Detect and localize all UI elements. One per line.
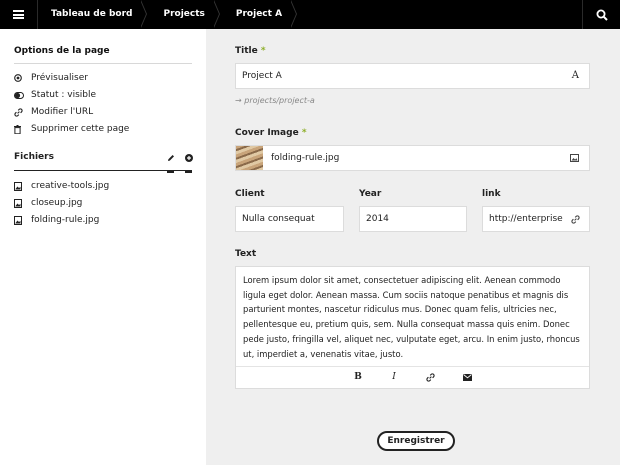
search-button[interactable] xyxy=(582,0,620,29)
breadcrumb: Tableau de bord Projects Project A xyxy=(38,0,300,29)
required-mark: * xyxy=(260,46,266,56)
text-editor[interactable]: Lorem ipsum dolor sit amet, consectetuer… xyxy=(235,266,590,389)
year-label: Year xyxy=(359,189,382,199)
preview-option[interactable]: Prévisualiser xyxy=(14,71,88,85)
delete-page-label: Supprimer cette page xyxy=(31,124,130,134)
breadcrumb-dashboard[interactable]: Tableau de bord xyxy=(38,0,150,29)
files-divider xyxy=(14,170,192,171)
add-icon xyxy=(185,154,193,162)
sidebar: Options de la page Prévisualiser Statut … xyxy=(0,29,206,465)
edit-url-option[interactable]: Modifier l'URL xyxy=(14,105,93,119)
link-input[interactable]: http://enterprise xyxy=(482,206,590,232)
image-file-icon xyxy=(14,198,31,208)
italic-button[interactable]: I xyxy=(388,372,400,382)
year-input[interactable]: 2014 xyxy=(359,206,467,232)
top-bar: Tableau de bord Projects Project A xyxy=(0,0,620,29)
image-file-icon xyxy=(14,181,31,191)
title-input[interactable]: Project A A xyxy=(235,63,590,89)
edit-files-button[interactable] xyxy=(166,153,176,163)
preview-icon xyxy=(14,74,31,82)
client-value: Nulla consequat xyxy=(242,214,315,224)
save-button[interactable]: Enregistrer xyxy=(377,431,455,451)
link-label: link xyxy=(482,189,501,199)
add-file-button[interactable] xyxy=(184,153,194,163)
text-toolbar: B I xyxy=(236,366,589,388)
delete-page-option[interactable]: Supprimer cette page xyxy=(14,122,129,136)
link-icon xyxy=(14,107,31,117)
edit-underline xyxy=(167,171,174,173)
status-option[interactable]: Statut : visible xyxy=(14,88,96,102)
search-icon xyxy=(596,9,608,21)
title-value: Project A xyxy=(242,71,282,81)
email-button[interactable] xyxy=(461,374,473,384)
cover-image-select[interactable]: folding-rule.jpg xyxy=(235,145,590,171)
image-file-icon xyxy=(14,215,31,225)
file-name: folding-rule.jpg xyxy=(31,215,100,225)
font-icon: A xyxy=(571,70,579,81)
link-value: http://enterprise xyxy=(489,214,563,224)
file-name: closeup.jpg xyxy=(31,198,83,208)
hamburger-icon xyxy=(13,10,24,19)
text-content[interactable]: Lorem ipsum dolor sit amet, consectetuer… xyxy=(243,273,583,361)
add-underline xyxy=(185,171,192,173)
envelope-icon xyxy=(462,374,472,381)
file-name: creative-tools.jpg xyxy=(31,181,110,191)
client-label: Client xyxy=(235,189,265,199)
page-options-title: Options de la page xyxy=(14,46,110,56)
bold-button[interactable]: B xyxy=(352,372,364,382)
trash-icon xyxy=(14,124,31,134)
file-item[interactable]: closeup.jpg xyxy=(14,196,82,210)
files-title: Fichiers xyxy=(14,152,54,162)
breadcrumb-project-a[interactable]: Project A xyxy=(223,0,300,29)
text-label: Text xyxy=(235,249,257,259)
link-button[interactable] xyxy=(424,373,436,385)
title-label: Title * xyxy=(235,46,266,56)
status-label: Statut : visible xyxy=(31,90,97,100)
cover-image-label: Cover Image * xyxy=(235,128,307,138)
menu-button[interactable] xyxy=(0,0,38,29)
client-input[interactable]: Nulla consequat xyxy=(235,206,344,232)
toggle-icon xyxy=(14,91,31,99)
cover-image-value: folding-rule.jpg xyxy=(271,153,340,163)
year-value: 2014 xyxy=(366,214,389,224)
image-icon xyxy=(570,154,579,165)
file-item[interactable]: folding-rule.jpg xyxy=(14,213,99,227)
url-slug: → projects/project-a xyxy=(235,96,315,105)
preview-label: Prévisualiser xyxy=(31,73,88,83)
breadcrumb-projects[interactable]: Projects xyxy=(150,0,222,29)
cover-thumbnail xyxy=(236,146,263,170)
required-mark: * xyxy=(301,128,307,138)
link-icon xyxy=(425,373,435,382)
pencil-icon xyxy=(168,155,174,161)
edit-url-label: Modifier l'URL xyxy=(31,107,94,117)
file-item[interactable]: creative-tools.jpg xyxy=(14,179,109,193)
divider xyxy=(14,63,192,64)
link-icon xyxy=(569,215,580,227)
